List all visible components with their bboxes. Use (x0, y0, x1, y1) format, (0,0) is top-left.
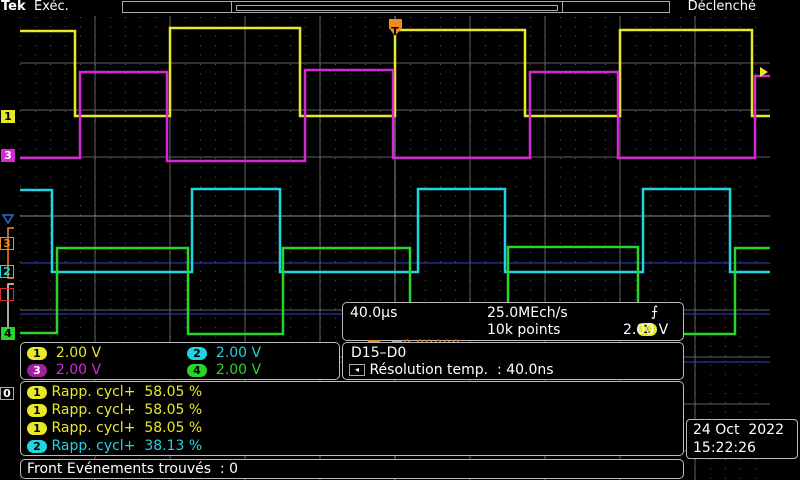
digital-bus-panel[interactable]: D15–D0 ◂ Résolution temp. : 40.0ns (342, 342, 684, 380)
ch2-scale[interactable]: 2 2.00 V (187, 345, 261, 361)
status-bar: Tek Exéc. Déclenché (0, 0, 800, 16)
brand-logo: Tek (1, 0, 26, 14)
ch4-scale[interactable]: 4 2.00 V (187, 362, 261, 378)
horizontal-scale: 40.0µs (350, 305, 398, 321)
datetime-panel: 24 Oct 2022 15:22:26 (686, 419, 798, 459)
time: 15:22:26 (693, 440, 756, 456)
events-panel[interactable]: Front Evénements trouvés : 0 (20, 459, 684, 479)
ch1-ground-marker[interactable]: 1 (1, 110, 15, 123)
measurement-row[interactable]: 2 Rapp. cycl+ 38.13 % (27, 438, 202, 454)
events-found: Front Evénements trouvés : 0 (27, 461, 238, 477)
trigger-marker-label: T (391, 25, 399, 38)
measurement-row[interactable]: 1 Rapp. cycl+ 58.05 % (27, 384, 202, 400)
record-view-window[interactable] (231, 1, 563, 13)
ch3-scale[interactable]: 3 2.00 V (27, 362, 101, 378)
ch4-ground-marker[interactable]: 4 (1, 327, 15, 340)
time-resolution: ◂ Résolution temp. : 40.0ns (349, 362, 554, 378)
digital-bus-label: D15–D0 (351, 345, 407, 361)
channel-scale-panel[interactable]: 1 2.00 V 2 2.00 V 3 2.00 V 4 2.00 V (20, 342, 340, 380)
timebase-panel[interactable]: 40.0µs 25.0MEch/s 1 ⨍ T→▼0.00000 s 10k p… (342, 302, 684, 354)
ch3-digital-marker[interactable]: 3 (0, 237, 14, 250)
measurement-row[interactable]: 1 Rapp. cycl+ 58.05 % (27, 420, 202, 436)
date: 24 Oct 2022 (693, 422, 784, 438)
trigger-state: Déclenché (687, 0, 756, 14)
ch2-digital-marker[interactable]: 2 (0, 265, 14, 278)
ch0-marker[interactable]: 0 (0, 387, 14, 400)
resolution-icon: ◂ (349, 364, 365, 376)
record-length: 10k points (487, 322, 561, 338)
measurements-panel[interactable]: 1 Rapp. cycl+ 58.05 % 1 Rapp. cycl+ 58.0… (20, 381, 684, 456)
ch-digital-marker-red[interactable] (0, 288, 14, 301)
rising-edge-icon: ⨍ (651, 304, 659, 320)
acquisition-run-state[interactable]: Exéc. (34, 0, 69, 14)
measurement-row[interactable]: 1 Rapp. cycl+ 58.05 % (27, 402, 202, 418)
ground-offset-icon (1, 214, 15, 225)
ch3-ground-marker[interactable]: 3 (1, 149, 15, 162)
ch1-scale[interactable]: 1 2.00 V (27, 345, 101, 361)
sample-rate: 25.0MEch/s (487, 305, 568, 321)
trigger-level: 2.00 V (623, 322, 669, 338)
